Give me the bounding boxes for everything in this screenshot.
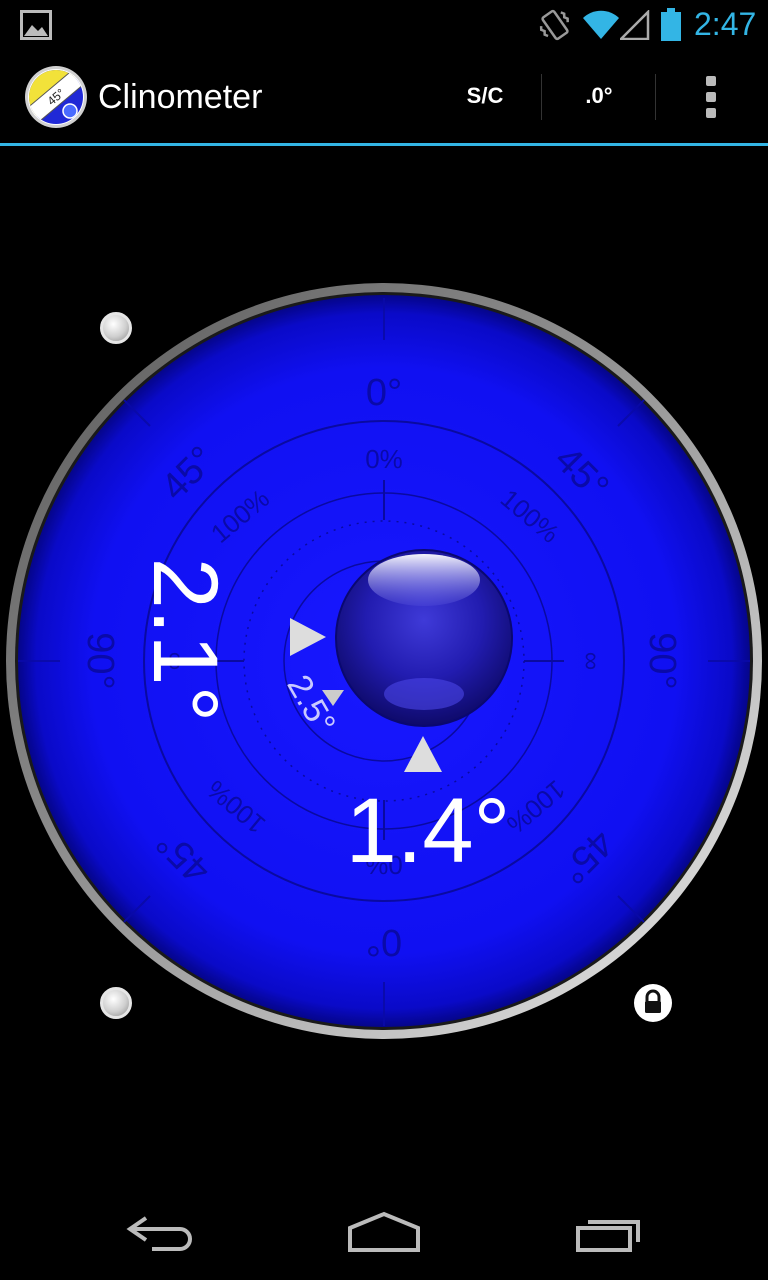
vibrate-icon bbox=[539, 9, 569, 41]
action-bar: 45° Clinometer S/C .0° bbox=[0, 50, 768, 146]
home-icon[interactable] bbox=[344, 1210, 424, 1254]
action-divider bbox=[655, 74, 656, 120]
level-bubble bbox=[335, 549, 513, 727]
dial-label-right: 90° bbox=[641, 632, 683, 689]
clinometer-dial[interactable]: 0° 0° 90° 90° 45° 45° 45° 45° 0% 0% 100%… bbox=[0, 280, 768, 1048]
clock: 2:47 bbox=[694, 6, 757, 42]
recents-icon[interactable] bbox=[574, 1214, 648, 1254]
dial-label-top: 0° bbox=[366, 372, 402, 414]
dial-svg: 0° 0° 90° 90° 45° 45° 45° 45° 0% 0% 100%… bbox=[6, 283, 762, 1039]
signal-icon bbox=[620, 10, 650, 40]
action-divider bbox=[541, 74, 542, 120]
sc-button[interactable]: S/C bbox=[430, 70, 540, 122]
battery-icon bbox=[661, 8, 681, 41]
lock-icon[interactable] bbox=[634, 984, 672, 1022]
app-title: Clinometer bbox=[98, 78, 263, 116]
decimal-button[interactable]: .0° bbox=[543, 70, 655, 122]
status-bar: 2:47 bbox=[0, 0, 768, 50]
dial-label-bottom: 0° bbox=[366, 921, 402, 963]
action-bar-underline bbox=[0, 143, 768, 146]
overflow-menu-icon[interactable] bbox=[690, 72, 734, 122]
calibrate-dot-bottom[interactable] bbox=[100, 987, 132, 1019]
gallery-icon bbox=[20, 10, 52, 40]
inner-label-top: 0% bbox=[365, 444, 403, 474]
horizontal-reading: 1.4° bbox=[346, 780, 511, 882]
dial-label-left: 90° bbox=[79, 632, 121, 689]
vertical-reading: 2.1° bbox=[134, 558, 236, 723]
back-icon[interactable] bbox=[124, 1212, 196, 1252]
inner-label-right: ∞ bbox=[577, 652, 607, 671]
wifi-icon bbox=[583, 10, 619, 40]
calibrate-dot-top[interactable] bbox=[100, 312, 132, 344]
navigation-bar bbox=[0, 1186, 768, 1280]
app-icon[interactable]: 45° bbox=[24, 65, 88, 129]
